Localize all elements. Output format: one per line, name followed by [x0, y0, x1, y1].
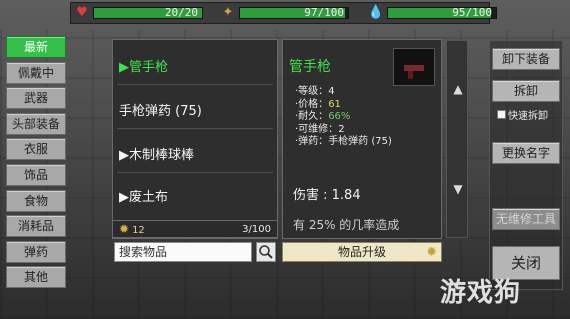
food-stat: ✦ 97/100 — [217, 3, 349, 23]
dismantle-button[interactable]: 拆卸 — [492, 80, 560, 102]
inventory-capacity: 3/100 — [242, 223, 271, 235]
upgrade-label: 物品升级 — [337, 245, 386, 259]
tab-accessories[interactable]: 饰品 — [6, 163, 66, 186]
tab-clothes[interactable]: 衣服 — [6, 138, 66, 161]
food-bar: 97/100 — [239, 6, 349, 19]
attr-repairable: ·可维修：2 — [295, 123, 345, 135]
watermark-logo: 游戏狗 — [440, 278, 522, 308]
upgrade-button[interactable]: 物品升级 ✹ — [282, 242, 442, 262]
scrollbar[interactable] — [446, 40, 468, 238]
quick-dismantle-checkbox[interactable] — [497, 110, 506, 119]
health-stat: ♥ 20/20 — [71, 3, 203, 23]
tab-consumables[interactable]: 消耗品 — [6, 215, 66, 238]
pistol-grip — [408, 71, 413, 79]
scroll-down-icon[interactable]: ▼ — [450, 182, 466, 196]
status-bar: ♥ 20/20 ✦ 97/100 💧 95/100 — [70, 2, 497, 24]
list-footer: ✹ 12 3/100 — [112, 220, 278, 238]
list-divider — [117, 172, 273, 173]
health-bar: 20/20 — [93, 6, 203, 19]
item-name: 管手枪 — [289, 59, 331, 75]
tab-equipped[interactable]: 佩戴中 — [6, 61, 66, 84]
quick-dismantle-label: 快速拆卸 — [508, 111, 548, 122]
water-drop-icon: 💧 — [367, 5, 385, 20]
heart-icon: ♥ — [76, 5, 88, 20]
water-stat: 💧 95/100 — [365, 3, 497, 23]
pistol-icon — [404, 65, 424, 71]
scroll-up-icon[interactable]: ▲ — [450, 82, 466, 96]
list-item-wooden-bat[interactable]: ▶木制棒球棒 — [119, 144, 194, 163]
water-bar: 95/100 — [387, 6, 497, 19]
search-input[interactable]: 搜索物品 — [114, 242, 252, 262]
item-damage: 伤害 : 1.84 — [293, 188, 361, 203]
search-button[interactable] — [256, 242, 276, 262]
food-text: 97/100 — [304, 6, 344, 19]
attr-ammo: ·弹药：手枪弹药 (75) — [295, 136, 392, 147]
tab-other[interactable]: 其他 — [6, 266, 66, 289]
gear-icon: ✹ — [119, 222, 130, 236]
item-description: 有 25% 的几率造成 — [293, 218, 400, 232]
tab-weapons[interactable]: 武器 — [6, 87, 66, 110]
list-item-pipe-pistol[interactable]: ▶管手枪 — [119, 56, 168, 75]
list-divider — [117, 128, 273, 129]
item-detail-panel: 管手枪 ·等级：4 ·价格：61 ·耐久：66% ·可维修：2 ·弹药：手枪弹药… — [282, 39, 442, 239]
item-list: ▶管手枪 手枪弹药 (75) ▶木制棒球棒 ▶废土布 — [112, 39, 278, 239]
tab-food[interactable]: 食物 — [6, 189, 66, 212]
gear-icon: ✹ — [426, 245, 437, 260]
gear-count: 12 — [132, 225, 145, 236]
gear-count-group: ✹ 12 — [119, 222, 145, 236]
search-icon — [259, 245, 273, 259]
tab-newest[interactable]: 最新 — [6, 36, 66, 58]
food-icon: ✦ — [222, 5, 234, 20]
item-thumbnail — [393, 48, 435, 86]
water-text: 95/100 — [452, 6, 492, 19]
attr-level: ·等级：4 — [295, 86, 335, 97]
tab-headgear[interactable]: 头部装备 — [6, 112, 66, 135]
unequip-button[interactable]: 卸下装备 — [492, 48, 560, 70]
rename-button[interactable]: 更换名字 — [492, 142, 560, 164]
category-tabs: 最新 佩戴中 武器 头部装备 衣服 饰品 食物 消耗品 弹药 其他 — [6, 36, 72, 292]
list-item-wasteland-cloth[interactable]: ▶废土布 — [119, 186, 168, 205]
list-divider — [117, 84, 273, 85]
attr-price: ·价格：61 — [295, 98, 341, 110]
no-repair-tool-button[interactable]: 无维修工具 — [492, 208, 560, 230]
health-text: 20/20 — [164, 6, 198, 19]
item-attributes: ·等级：4 ·价格：61 ·耐久：66% ·可维修：2 ·弹药：手枪弹药 (75… — [295, 86, 392, 149]
list-item-pistol-ammo[interactable]: 手枪弹药 (75) — [119, 100, 202, 119]
attr-durability: ·耐久：66% — [295, 111, 351, 122]
tab-ammo[interactable]: 弹药 — [6, 240, 66, 263]
